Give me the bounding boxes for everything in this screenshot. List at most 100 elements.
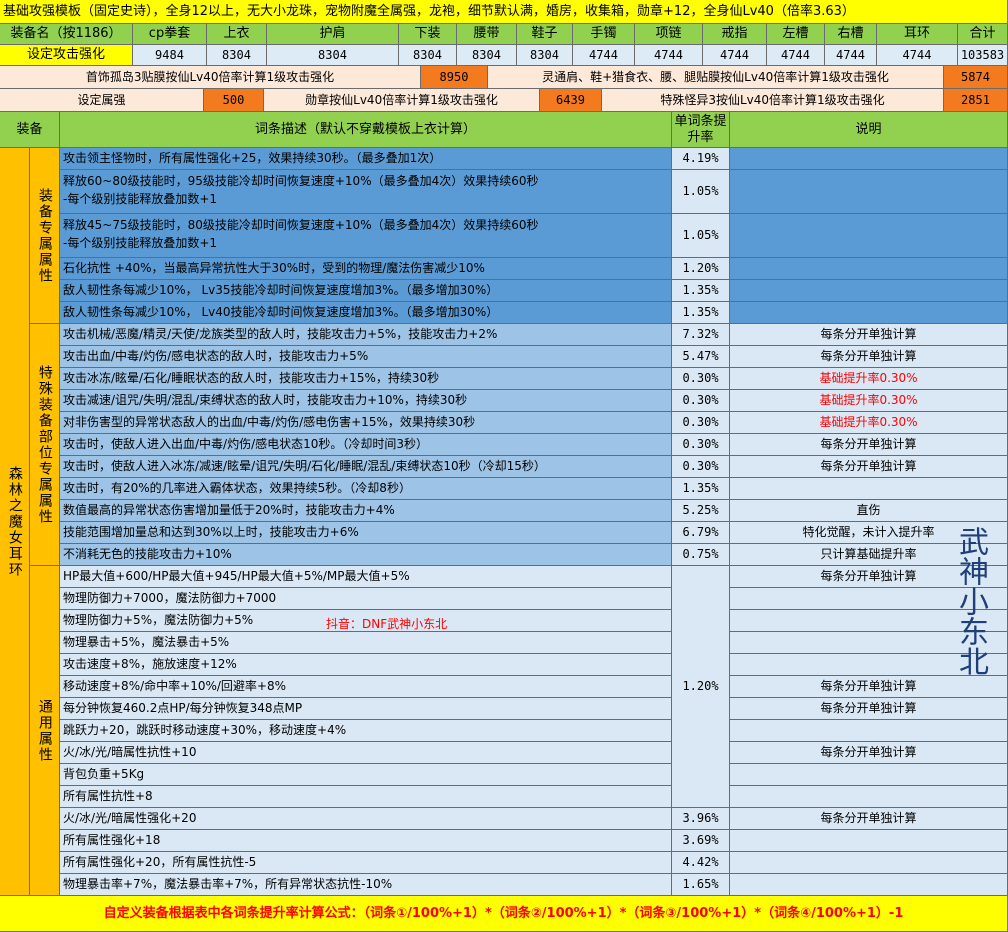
common-tail-note <box>730 830 1008 852</box>
common-tail-note: 每条分开单独计算 <box>730 808 1008 830</box>
attack-enhance-value: 4744 <box>825 45 877 66</box>
item-name-column: 森林之魔女耳环 <box>0 148 30 896</box>
common-note <box>730 720 1008 742</box>
info-value-special: 2851 <box>944 89 1008 112</box>
common-desc: 移动速度+8%/命中率+10%/回避率+8% <box>60 676 672 698</box>
special-note <box>730 478 1008 500</box>
header-slot-8: 项链 <box>635 24 703 45</box>
exclusive-desc: 敌人韧性条每减少10%， Lv35技能冷却时间恢复速度增加3%。（最多增加30%… <box>60 280 672 302</box>
header-slot-7: 手镯 <box>573 24 635 45</box>
special-rate: 0.30% <box>672 412 730 434</box>
group-exclusive: 装备专属属性 <box>30 148 60 324</box>
group-label-exclusive: 装备专属属性 <box>36 187 53 284</box>
common-tail-rate: 4.42% <box>672 852 730 874</box>
header-slot-6: 鞋子 <box>517 24 573 45</box>
header-slot-10: 左槽 <box>767 24 825 45</box>
special-note: 基础提升率0.30% <box>730 412 1008 434</box>
special-rate: 0.30% <box>672 390 730 412</box>
exclusive-rate: 4.19% <box>672 148 730 170</box>
attack-enhance-value: 4744 <box>703 45 767 66</box>
special-rate: 0.30% <box>672 434 730 456</box>
common-desc: 每分钟恢复460.2点HP/每分钟恢复348点MP <box>60 698 672 720</box>
exclusive-note <box>730 302 1008 324</box>
group-common: 通用属性 <box>30 566 60 896</box>
watermark-douyin: 抖音：DNF武神小东北 <box>326 617 448 631</box>
col-header-rate: 单词条提升率 <box>672 112 730 148</box>
special-rate: 0.75% <box>672 544 730 566</box>
attack-enhance-total: 103583 <box>958 45 1008 66</box>
special-rate: 7.32% <box>672 324 730 346</box>
exclusive-rate: 1.35% <box>672 280 730 302</box>
special-desc: 数值最高的异常状态伤害增加量低于20%时，技能攻击力+4% <box>60 500 672 522</box>
special-note: 基础提升率0.30% <box>730 390 1008 412</box>
header-slot-1: cp拳套 <box>133 24 207 45</box>
common-tail-note <box>730 852 1008 874</box>
exclusive-rate: 1.35% <box>672 302 730 324</box>
col-header-equip: 装备 <box>0 112 60 148</box>
exclusive-note <box>730 148 1008 170</box>
exclusive-desc: 石化抗性 +40%，当最高异常抗性大于30%时，受到的物理/魔法伤害减少10% <box>60 258 672 280</box>
special-desc: 不消耗无色的技能攻击力+10% <box>60 544 672 566</box>
exclusive-desc: 攻击领主怪物时，所有属性强化+25，效果持续30秒。（最多叠加1次） <box>60 148 672 170</box>
info-label-element: 设定属强 <box>0 89 204 112</box>
col-header-desc: 词条描述（默认不穿戴模板上衣计算） <box>60 112 672 148</box>
info-label-special: 特殊怪异3按仙Lv40倍率计算1级攻击强化 <box>602 89 944 112</box>
info-value-medal: 6439 <box>540 89 602 112</box>
exclusive-note <box>730 280 1008 302</box>
special-desc: 攻击时，使敌人进入冰冻/减速/眩晕/诅咒/失明/石化/睡眠/混乱/束缚状态10秒… <box>60 456 672 478</box>
attack-enhance-value: 4744 <box>573 45 635 66</box>
common-desc: HP最大值+600/HP最大值+945/HP最大值+5%/MP最大值+5% <box>60 566 672 588</box>
special-note: 每条分开单独计算 <box>730 324 1008 346</box>
exclusive-desc: 释放60~80级技能时，95级技能冷却时间恢复速度+10%（最多叠加4次）效果持… <box>60 170 672 214</box>
special-rate: 0.30% <box>672 456 730 478</box>
header-slot-11: 右槽 <box>825 24 877 45</box>
common-desc: 物理防御力+7000，魔法防御力+7000 <box>60 588 672 610</box>
attack-enhance-value: 4744 <box>767 45 825 66</box>
special-desc: 攻击冰冻/眩晕/石化/睡眠状态的敌人时，技能攻击力+15%，持续30秒 <box>60 368 672 390</box>
common-note <box>730 764 1008 786</box>
info-label-island: 首饰孤岛3贴膜按仙Lv40倍率计算1级攻击强化 <box>0 66 421 89</box>
header-slot-3: 护肩 <box>267 24 399 45</box>
common-note <box>730 786 1008 808</box>
attack-enhance-value: 9484 <box>133 45 207 66</box>
special-note: 基础提升率0.30% <box>730 368 1008 390</box>
common-tail-desc: 物理暴击率+7%，魔法暴击率+7%，所有异常状态抗性-10% <box>60 874 672 896</box>
header-slot-2: 上衣 <box>207 24 267 45</box>
special-desc: 对非伤害型的异常状态敌人的出血/中毒/灼伤/感电伤害+15%，效果持续30秒 <box>60 412 672 434</box>
special-rate: 1.35% <box>672 478 730 500</box>
attack-enhance-value: 8304 <box>267 45 399 66</box>
common-desc: 火/冰/光/暗属性抗性+10 <box>60 742 672 764</box>
special-rate: 5.47% <box>672 346 730 368</box>
common-note: 每条分开单独计算 <box>730 676 1008 698</box>
common-desc: 所有属性抗性+8 <box>60 786 672 808</box>
special-rate: 0.30% <box>672 368 730 390</box>
attack-enhance-value: 4744 <box>877 45 958 66</box>
attack-enhance-value: 8304 <box>457 45 517 66</box>
common-rate-merged: 1.20% <box>672 566 730 808</box>
special-note: 每条分开单独计算 <box>730 346 1008 368</box>
formula-footer: 自定义装备根据表中各词条提升率计算公式：（词条①/100%+1）*（词条②/10… <box>0 896 1008 932</box>
header-slot-9: 戒指 <box>703 24 767 45</box>
common-tail-note <box>730 874 1008 896</box>
common-tail-desc: 所有属性强化+20，所有属性抗性-5 <box>60 852 672 874</box>
header-slot-4: 下装 <box>399 24 457 45</box>
info-value-island: 8950 <box>421 66 488 89</box>
special-desc: 攻击减速/诅咒/失明/混乱/束缚状态的敌人时，技能攻击力+10%，持续30秒 <box>60 390 672 412</box>
group-label-special: 特殊装备部位专属属性 <box>36 364 53 525</box>
common-tail-rate: 3.96% <box>672 808 730 830</box>
group-label-common: 通用属性 <box>36 698 53 763</box>
info-value-lingtong: 5874 <box>944 66 1008 89</box>
header-equip-name: 装备名（按1186） <box>0 24 133 45</box>
common-desc: 跳跃力+20，跳跃时移动速度+30%，移动速度+4% <box>60 720 672 742</box>
attack-enhance-value: 4744 <box>635 45 703 66</box>
header-slot-12: 耳环 <box>877 24 958 45</box>
header-slot-13: 合计 <box>958 24 1008 45</box>
info-label-lingtong: 灵通肩、鞋+猎食衣、腰、腿贴膜按仙Lv40倍率计算1级攻击强化 <box>488 66 944 89</box>
exclusive-rate: 1.05% <box>672 214 730 258</box>
common-desc: 攻击速度+8%，施放速度+12% <box>60 654 672 676</box>
common-tail-desc: 火/冰/光/暗属性强化+20 <box>60 808 672 830</box>
special-rate: 6.79% <box>672 522 730 544</box>
common-note: 每条分开单独计算 <box>730 698 1008 720</box>
exclusive-desc: 敌人韧性条每减少10%， Lv40技能冷却时间恢复速度增加3%。（最多增加30%… <box>60 302 672 324</box>
header-slot-5: 腰带 <box>457 24 517 45</box>
